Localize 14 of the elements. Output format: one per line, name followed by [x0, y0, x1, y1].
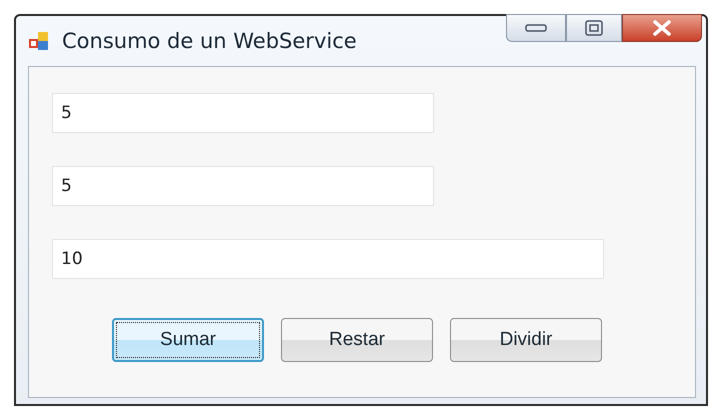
close-button[interactable] [622, 14, 702, 42]
action-button[interactable]: Restar [281, 318, 433, 362]
minimize-button[interactable] [506, 14, 566, 42]
action-button[interactable]: Dividir [450, 318, 602, 362]
app-icon [28, 30, 50, 52]
maximize-icon [585, 20, 603, 36]
text-field[interactable]: 10 [52, 239, 604, 279]
text-field[interactable]: 5 [52, 166, 434, 206]
minimize-icon [525, 23, 547, 33]
action-button[interactable]: Sumar [112, 318, 264, 362]
text-field[interactable]: 5 [52, 93, 434, 133]
close-icon [652, 20, 672, 36]
window-title: Consumo de un WebService [62, 29, 357, 53]
maximize-button[interactable] [566, 14, 622, 42]
